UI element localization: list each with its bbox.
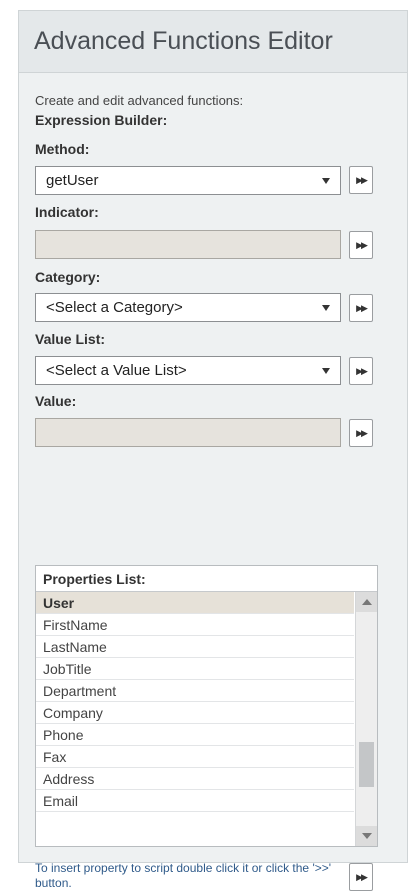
list-item[interactable]: JobTitle	[36, 658, 354, 680]
method-label: Method:	[35, 141, 90, 157]
chevron-down-icon	[322, 305, 330, 311]
category-label: Category:	[35, 269, 101, 285]
scrollbar-thumb[interactable]	[359, 742, 374, 787]
list-item[interactable]: Fax	[36, 746, 354, 768]
value-list-select[interactable]: <Select a Value List>	[35, 356, 341, 385]
indicator-label: Indicator:	[35, 204, 99, 220]
properties-listbox[interactable]: User FirstName LastName JobTitle Departm…	[36, 592, 377, 846]
category-insert-button[interactable]: ▶▶	[349, 294, 373, 322]
indicator-field[interactable]	[35, 230, 341, 259]
list-item-selected[interactable]: User	[36, 592, 354, 614]
arrow-up-icon	[361, 599, 372, 605]
list-item[interactable]: FirstName	[36, 614, 354, 636]
arrow-down-icon	[361, 833, 372, 839]
list-item[interactable]: LastName	[36, 636, 354, 658]
scroll-up-button[interactable]	[356, 592, 377, 612]
insert-hint-text: To insert property to script double clic…	[35, 861, 332, 890]
properties-list: Properties List: User FirstName LastName…	[35, 565, 378, 847]
value-list-select-value: <Select a Value List>	[46, 362, 187, 379]
method-insert-button[interactable]: ▶▶	[349, 166, 373, 194]
method-select-value: getUser	[46, 172, 99, 189]
list-item[interactable]: Department	[36, 680, 354, 702]
value-list-label: Value List:	[35, 331, 106, 347]
value-insert-button[interactable]: ▶▶	[349, 419, 373, 447]
properties-scrollbar[interactable]	[355, 592, 377, 846]
list-item[interactable]: Company	[36, 702, 354, 724]
scroll-down-button[interactable]	[356, 826, 377, 846]
properties-list-title: Properties List:	[36, 566, 377, 592]
value-field[interactable]	[35, 418, 341, 447]
category-select-value: <Select a Category>	[46, 299, 183, 316]
chevron-down-icon	[322, 178, 330, 184]
advanced-functions-editor-panel: Advanced Functions Editor Create and edi…	[18, 10, 408, 891]
list-item[interactable]: Phone	[36, 724, 354, 746]
panel-title: Advanced Functions Editor	[34, 27, 333, 55]
value-label: Value:	[35, 393, 77, 409]
category-select[interactable]: <Select a Category>	[35, 293, 341, 322]
list-item[interactable]: Email	[36, 790, 354, 812]
property-insert-button[interactable]: ▶▶	[349, 863, 373, 891]
method-select[interactable]: getUser	[35, 166, 341, 195]
chevron-down-icon	[322, 368, 330, 374]
description-text: Create and edit advanced functions:	[35, 93, 244, 108]
list-item[interactable]: Address	[36, 768, 354, 790]
expression-builder-label: Expression Builder:	[35, 112, 168, 128]
indicator-insert-button[interactable]: ▶▶	[349, 231, 373, 259]
panel-header: Advanced Functions Editor	[19, 11, 407, 73]
value-list-insert-button[interactable]: ▶▶	[349, 357, 373, 385]
